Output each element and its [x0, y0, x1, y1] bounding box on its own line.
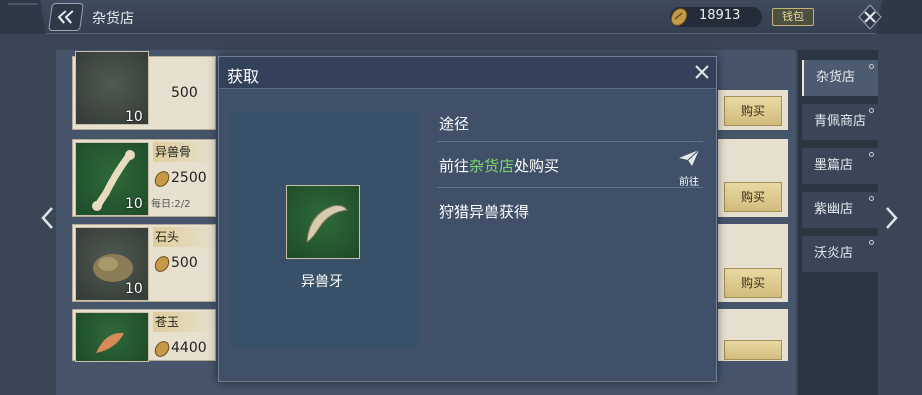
buy-button[interactable]: 购买 — [724, 182, 782, 212]
sidebar-item-label: 沃炎店 — [814, 246, 854, 261]
chevron-right-icon[interactable] — [883, 206, 899, 230]
coin-icon — [154, 341, 170, 357]
sidebar-item-mopian[interactable]: 墨篇店 — [802, 148, 878, 184]
item-name: 石头 — [153, 227, 215, 247]
sidebar-item-label: 紫幽店 — [814, 202, 854, 217]
close-button[interactable] — [858, 4, 882, 34]
route-text: 前往 — [439, 157, 470, 175]
divider — [437, 141, 703, 142]
go-label: 前往 — [679, 177, 699, 188]
dialog-header: 获取 — [219, 57, 716, 89]
item-card[interactable]: 10 500 — [72, 51, 216, 130]
item-card-cangyu[interactable]: 苍玉 4400 — [72, 309, 216, 362]
close-icon — [858, 4, 882, 30]
sidebar-item-qingpei[interactable]: 青佩商店 — [802, 104, 878, 140]
close-icon[interactable] — [693, 63, 711, 81]
item-image — [286, 185, 360, 259]
dot-icon — [869, 108, 874, 113]
coin-icon — [154, 171, 170, 187]
daily-limit: 每日:2/2 — [151, 199, 191, 210]
wallet-button[interactable]: 钱包 — [772, 8, 814, 26]
route-buy-at-shop: 前往杂货店处购买 — [439, 155, 559, 176]
item-name: 异兽骨 — [153, 142, 215, 162]
coin-icon — [154, 256, 170, 272]
item-price: 500 — [171, 255, 198, 271]
item-price: 2500 — [171, 170, 207, 186]
buy-button[interactable]: 购买 — [724, 96, 782, 126]
item-count: 10 — [125, 281, 143, 297]
back-button[interactable] — [48, 3, 84, 31]
dot-icon — [869, 240, 874, 245]
item-card-stone[interactable]: 10 石头 500 — [72, 224, 216, 302]
item-name: 苍玉 — [153, 312, 215, 332]
page-title: 杂货店 — [92, 11, 134, 27]
corner-ornament-left-icon — [0, 0, 46, 34]
jade-icon — [96, 332, 124, 353]
buy-button[interactable] — [724, 340, 782, 360]
sidebar-item-label: 墨篇店 — [814, 158, 854, 173]
item-count: 10 — [125, 109, 143, 125]
go-button[interactable]: 前往 — [675, 149, 703, 188]
paper-plane-icon — [679, 149, 700, 166]
sidebar-item-ziyou[interactable]: 紫幽店 — [802, 192, 878, 228]
dot-icon — [869, 196, 874, 201]
chevron-left-icon[interactable] — [40, 206, 56, 230]
corner-ornament-right-icon — [876, 0, 922, 34]
route-hunt: 狩猎异兽获得 — [439, 203, 530, 221]
route-text: 处购买 — [514, 157, 560, 175]
item-image — [75, 312, 149, 362]
sidebar-item-zahuodian[interactable]: 杂货店 — [802, 60, 878, 96]
fang-icon — [306, 205, 348, 243]
sidebar-item-label: 青佩商店 — [814, 114, 867, 129]
route-heading: 途径 — [439, 115, 470, 133]
dialog-title: 获取 — [227, 67, 260, 86]
item-price: 4400 — [171, 340, 207, 356]
currency-amount: 18913 — [699, 8, 741, 23]
coin-icon — [670, 8, 688, 26]
item-name: 异兽牙 — [301, 274, 343, 290]
dot-icon — [869, 64, 874, 69]
sidebar-item-label: 杂货店 — [816, 70, 856, 85]
dot-icon — [869, 152, 874, 157]
buy-button[interactable]: 购买 — [724, 268, 782, 298]
double-chevron-left-icon — [57, 10, 74, 24]
item-card-yishougu[interactable]: 10 异兽骨 2500 每日:2/2 — [72, 139, 216, 217]
sidebar-item-woyan[interactable]: 沃炎店 — [802, 236, 878, 272]
acquire-dialog: 获取 异兽牙 途径 前往杂货店处购买 前往 狩猎异兽获得 — [218, 56, 717, 382]
item-price: 500 — [171, 85, 198, 101]
item-count: 10 — [125, 196, 143, 212]
shop-link[interactable]: 杂货店 — [469, 157, 514, 175]
divider — [437, 187, 703, 188]
